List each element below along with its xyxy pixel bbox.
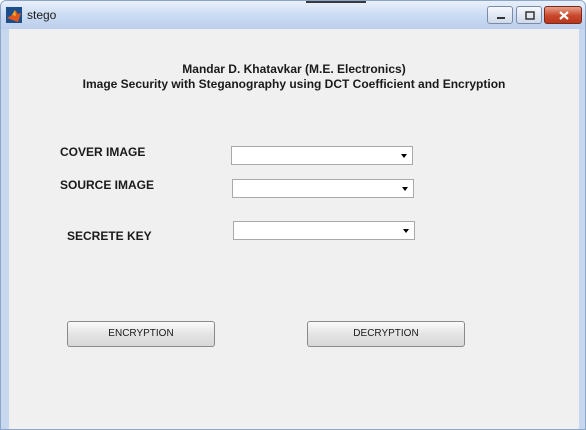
close-button[interactable] (544, 6, 582, 24)
project-title: Image Security with Steganography using … (82, 77, 506, 91)
source-image-label: SOURCE IMAGE (60, 178, 155, 192)
author-heading: Mandar D. Khatavkar (M.E. Electronics) (182, 62, 406, 76)
matlab-icon[interactable] (6, 7, 22, 23)
secret-key-label: SECRETE KEY (67, 229, 152, 243)
window-title: stego (27, 8, 57, 22)
encryption-button[interactable]: ENCRYPTION (67, 321, 215, 347)
chevron-down-icon (401, 154, 407, 158)
figure-content: Mandar D. Khatavkar (M.E. Electronics) I… (9, 29, 579, 429)
decryption-button[interactable]: DECRYPTION (307, 321, 465, 347)
maximize-button[interactable] (516, 6, 542, 24)
secret-key-dropdown[interactable] (233, 221, 415, 240)
title-bar[interactable]: stego (1, 1, 585, 29)
chevron-down-icon (403, 229, 409, 233)
minimize-button[interactable] (487, 6, 513, 24)
source-image-dropdown[interactable] (232, 179, 414, 198)
app-window: stego Mandar D. Khatavkar (M.E. Electron… (0, 0, 586, 430)
title-bar-accent (306, 1, 366, 3)
chevron-down-icon (402, 187, 408, 191)
maximize-icon (525, 11, 535, 20)
close-icon (559, 11, 569, 20)
minimize-icon (497, 17, 505, 19)
cover-image-dropdown[interactable] (231, 146, 413, 165)
cover-image-label: COVER IMAGE (60, 145, 146, 159)
